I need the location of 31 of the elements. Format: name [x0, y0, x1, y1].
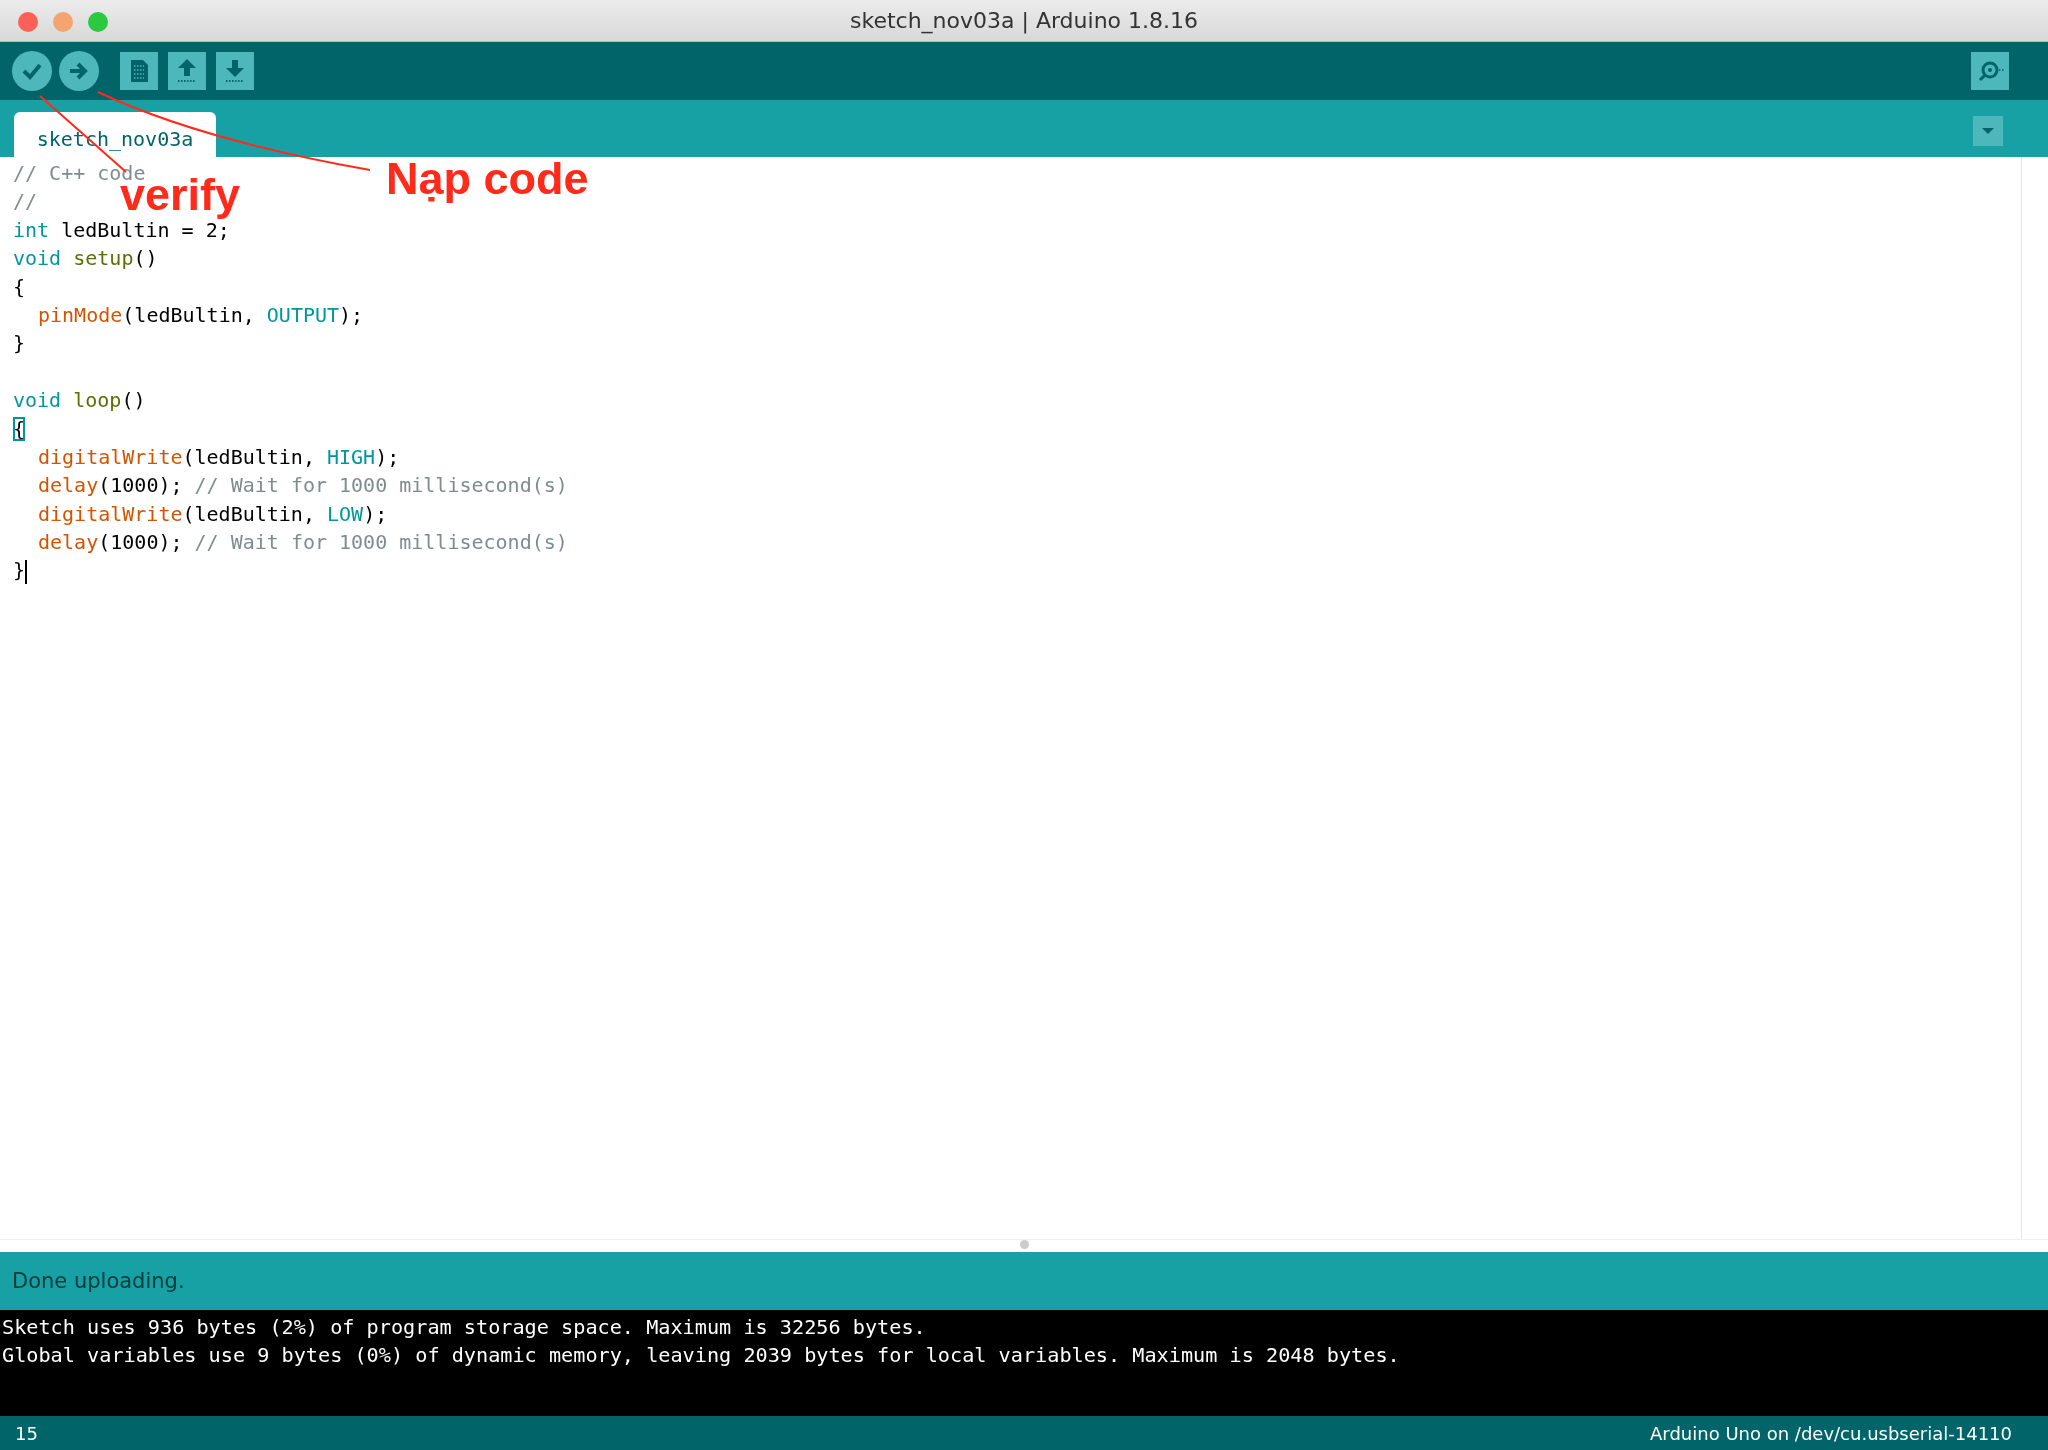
code-line: void setup()	[13, 245, 158, 273]
board-port-label: Arduino Uno on /dev/cu.usbserial-14110	[1650, 1422, 2012, 1444]
annotation-label: Nạp code	[386, 156, 589, 201]
code-line: delay(1000); // Wait for 1000 millisecond(s)	[37, 529, 568, 557]
open-button[interactable]	[168, 52, 206, 90]
code-line: pinMode(ledBultin, OUTPUT);	[37, 301, 364, 329]
code-line: }	[13, 557, 28, 585]
close-button[interactable]	[18, 12, 38, 32]
tab-menu-button[interactable]	[1973, 115, 2003, 146]
console-line: Global variables use 9 bytes (0%) of dynamic memory, leaving 2039 bytes for local variables. Maximum is 2048 bytes.	[2, 1342, 1400, 1370]
status-message: Done uploading.	[12, 1269, 185, 1293]
minimize-button[interactable]	[53, 12, 73, 32]
code-line: {	[13, 273, 26, 301]
zoom-button[interactable]	[88, 12, 108, 32]
console-line: Sketch uses 936 bytes (2%) of program storage space. Maximum is 32256 bytes.	[2, 1314, 926, 1341]
verify-button[interactable]	[12, 51, 52, 91]
window-title: sketch_nov03a | Arduino 1.8.16	[850, 8, 1198, 33]
splitter-handle[interactable]	[1019, 1240, 1029, 1249]
upload-button[interactable]	[59, 51, 99, 91]
serial-monitor-button[interactable]	[1971, 52, 2009, 90]
new-button[interactable]	[120, 52, 158, 90]
code-line: void loop()	[13, 387, 146, 415]
code-line: digitalWrite(ledBultin, HIGH);	[37, 443, 400, 471]
save-button[interactable]	[216, 52, 254, 90]
code-line: }	[13, 330, 26, 358]
line-number: 15	[15, 1422, 38, 1444]
code-line: // C++ code	[13, 160, 146, 185]
code-line: {	[13, 415, 26, 443]
code-line: //	[13, 188, 38, 216]
code-line: delay(1000); // Wait for 1000 millisecond(s)	[37, 472, 568, 500]
code-line: digitalWrite(ledBultin, LOW);	[37, 500, 388, 528]
